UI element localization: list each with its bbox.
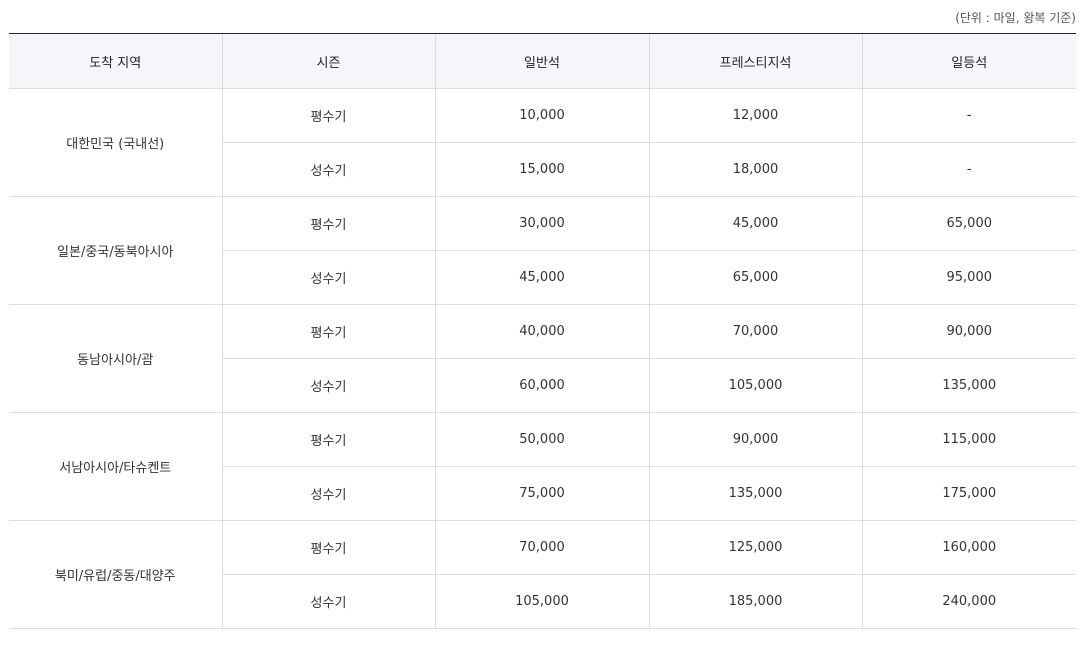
prestige-cell: 45,000 [648, 196, 862, 251]
header-economy: 일반석 [434, 33, 649, 89]
header-region: 도착 지역 [9, 33, 222, 89]
prestige-cell: 135,000 [648, 466, 862, 521]
region-name: 일본/중국/동북아시아 [9, 196, 222, 305]
table-row: 북미/유럽/중동/대양주 평수기 70,000 125,000 160,000 [9, 520, 1076, 629]
first-cell: - [861, 142, 1076, 197]
prestige-cell: 65,000 [648, 250, 862, 305]
economy-cell: 40,000 [434, 304, 649, 359]
prestige-cell: 12,000 [648, 88, 862, 143]
first-cell: 90,000 [861, 304, 1076, 359]
table-row: 동남아시아/괌 평수기 40,000 70,000 90,000 [9, 304, 1076, 413]
season-cell: 평수기 [221, 88, 435, 143]
season-cell: 성수기 [221, 358, 435, 413]
season-cell: 평수기 [221, 520, 435, 575]
first-cell: 135,000 [861, 358, 1076, 413]
prestige-cell: 70,000 [648, 304, 862, 359]
first-cell: 175,000 [861, 466, 1076, 521]
economy-cell: 10,000 [434, 88, 649, 143]
first-cell: 240,000 [861, 574, 1076, 629]
first-cell: - [861, 88, 1076, 143]
header-prestige: 프레스티지석 [648, 33, 862, 89]
mileage-table: 도착 지역 시즌 일반석 프레스티지석 일등석 대한민국 (국내선) 평수기 1… [9, 33, 1076, 629]
season-cell: 성수기 [221, 250, 435, 305]
prestige-cell: 90,000 [648, 412, 862, 467]
economy-cell: 45,000 [434, 250, 649, 305]
first-cell: 65,000 [861, 196, 1076, 251]
table-header-row: 도착 지역 시즌 일반석 프레스티지석 일등석 [9, 33, 1076, 89]
season-cell: 평수기 [221, 304, 435, 359]
season-cell: 평수기 [221, 196, 435, 251]
table-row: 일본/중국/동북아시아 평수기 30,000 45,000 65,000 [9, 196, 1076, 305]
prestige-cell: 18,000 [648, 142, 862, 197]
season-cell: 성수기 [221, 574, 435, 629]
economy-cell: 75,000 [434, 466, 649, 521]
prestige-cell: 125,000 [648, 520, 862, 575]
economy-cell: 105,000 [434, 574, 649, 629]
prestige-cell: 185,000 [648, 574, 862, 629]
table-row: 서남아시아/타슈켄트 평수기 50,000 90,000 115,000 [9, 412, 1076, 521]
region-name: 북미/유럽/중동/대양주 [9, 520, 222, 629]
first-cell: 95,000 [861, 250, 1076, 305]
first-cell: 115,000 [861, 412, 1076, 467]
season-cell: 성수기 [221, 466, 435, 521]
region-name: 서남아시아/타슈켄트 [9, 412, 222, 521]
economy-cell: 30,000 [434, 196, 649, 251]
header-season: 시즌 [221, 33, 435, 89]
prestige-cell: 105,000 [648, 358, 862, 413]
header-first: 일등석 [861, 33, 1076, 89]
economy-cell: 60,000 [434, 358, 649, 413]
season-cell: 성수기 [221, 142, 435, 197]
region-name: 동남아시아/괌 [9, 304, 222, 413]
economy-cell: 50,000 [434, 412, 649, 467]
economy-cell: 15,000 [434, 142, 649, 197]
unit-note: (단위 : 마일, 왕복 기준) [955, 11, 1076, 25]
first-cell: 160,000 [861, 520, 1076, 575]
region-name: 대한민국 (국내선) [9, 88, 222, 197]
economy-cell: 70,000 [434, 520, 649, 575]
table-row: 대한민국 (국내선) 평수기 10,000 12,000 - [9, 88, 1076, 197]
season-cell: 평수기 [221, 412, 435, 467]
